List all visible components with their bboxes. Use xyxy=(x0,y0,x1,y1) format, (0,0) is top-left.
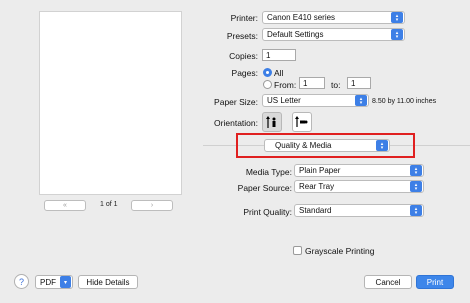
popup-arrows-icon: ▴ ▾ xyxy=(391,12,403,23)
presets-value: Default Settings xyxy=(267,30,324,39)
landscape-button[interactable] xyxy=(292,112,312,132)
popup-arrows-icon: ▴ ▾ xyxy=(410,205,422,216)
paper-size-popup[interactable]: US Letter ▴ ▾ xyxy=(262,94,369,107)
media-type-popup[interactable]: Plain Paper ▴ ▾ xyxy=(294,164,424,177)
chevron-down-icon: ▾ xyxy=(60,276,71,288)
paper-source-value: Rear Tray xyxy=(299,182,335,191)
section-popup-value: Quality & Media xyxy=(275,141,332,150)
landscape-icon xyxy=(295,116,308,127)
copies-field[interactable]: 1 xyxy=(262,49,296,61)
popup-arrows-icon: ▴ ▾ xyxy=(410,181,422,192)
printer-label: Printer: xyxy=(230,13,258,23)
printer-popup[interactable]: Canon E410 series ▴ ▾ xyxy=(262,11,405,24)
portrait-button[interactable] xyxy=(262,112,282,132)
print-label: Print xyxy=(426,277,444,287)
copies-label: Copies: xyxy=(229,51,258,61)
grayscale-checkbox[interactable] xyxy=(293,246,302,255)
grayscale-label: Grayscale Printing xyxy=(305,246,375,256)
presets-label: Presets: xyxy=(226,31,258,41)
media-type-value: Plain Paper xyxy=(299,166,341,175)
popup-arrows-icon: ▴ ▾ xyxy=(391,29,403,40)
pdf-menu-button[interactable]: PDF ▾ xyxy=(35,275,73,289)
paper-source-popup[interactable]: Rear Tray ▴ ▾ xyxy=(294,180,424,193)
portrait-icon xyxy=(266,116,276,128)
printer-value: Canon E410 series xyxy=(267,13,336,22)
next-page-button[interactable]: › xyxy=(131,200,173,211)
help-icon: ? xyxy=(18,276,24,287)
pages-all-label: All xyxy=(274,68,284,78)
print-quality-value: Standard xyxy=(299,206,332,215)
print-quality-popup[interactable]: Standard ▴ ▾ xyxy=(294,204,424,217)
popup-arrows-icon: ▴ ▾ xyxy=(355,95,367,106)
presets-popup[interactable]: Default Settings ▴ ▾ xyxy=(262,28,405,41)
pages-from-radio[interactable] xyxy=(263,80,272,89)
paper-source-label: Paper Source: xyxy=(237,183,292,193)
pages-from-field[interactable]: 1 xyxy=(299,77,325,89)
pages-label: Pages: xyxy=(231,68,258,78)
paper-size-value: US Letter xyxy=(267,96,301,105)
popup-arrows-icon: ▴ ▾ xyxy=(410,165,422,176)
paper-dimensions: 8.50 by 11.00 inches xyxy=(372,98,437,105)
pages-to-field[interactable]: 1 xyxy=(347,77,371,89)
pages-from-label: From: xyxy=(274,80,297,90)
help-button[interactable]: ? xyxy=(14,274,29,289)
cancel-button[interactable]: Cancel xyxy=(364,275,412,289)
print-button[interactable]: Print xyxy=(416,275,454,289)
hide-details-label: Hide Details xyxy=(86,277,130,287)
first-page-icon: « xyxy=(63,202,67,209)
print-quality-label: Print Quality: xyxy=(243,207,292,217)
pdf-label: PDF xyxy=(40,277,56,287)
next-page-icon: › xyxy=(150,202,154,209)
page-preview xyxy=(39,11,182,195)
pages-to-label: to: xyxy=(331,80,341,90)
section-popup[interactable]: Quality & Media ▴ ▾ xyxy=(264,139,390,152)
page-indicator: 1 of 1 xyxy=(100,201,118,208)
first-page-button[interactable]: « xyxy=(44,200,86,211)
popup-arrows-icon: ▴ ▾ xyxy=(376,140,388,151)
pages-all-radio[interactable] xyxy=(263,68,272,77)
orientation-label: Orientation: xyxy=(214,118,258,128)
media-type-label: Media Type: xyxy=(245,167,292,177)
hide-details-button[interactable]: Hide Details xyxy=(78,275,138,289)
cancel-label: Cancel xyxy=(375,277,401,287)
paper-size-label: Paper Size: xyxy=(214,97,258,107)
